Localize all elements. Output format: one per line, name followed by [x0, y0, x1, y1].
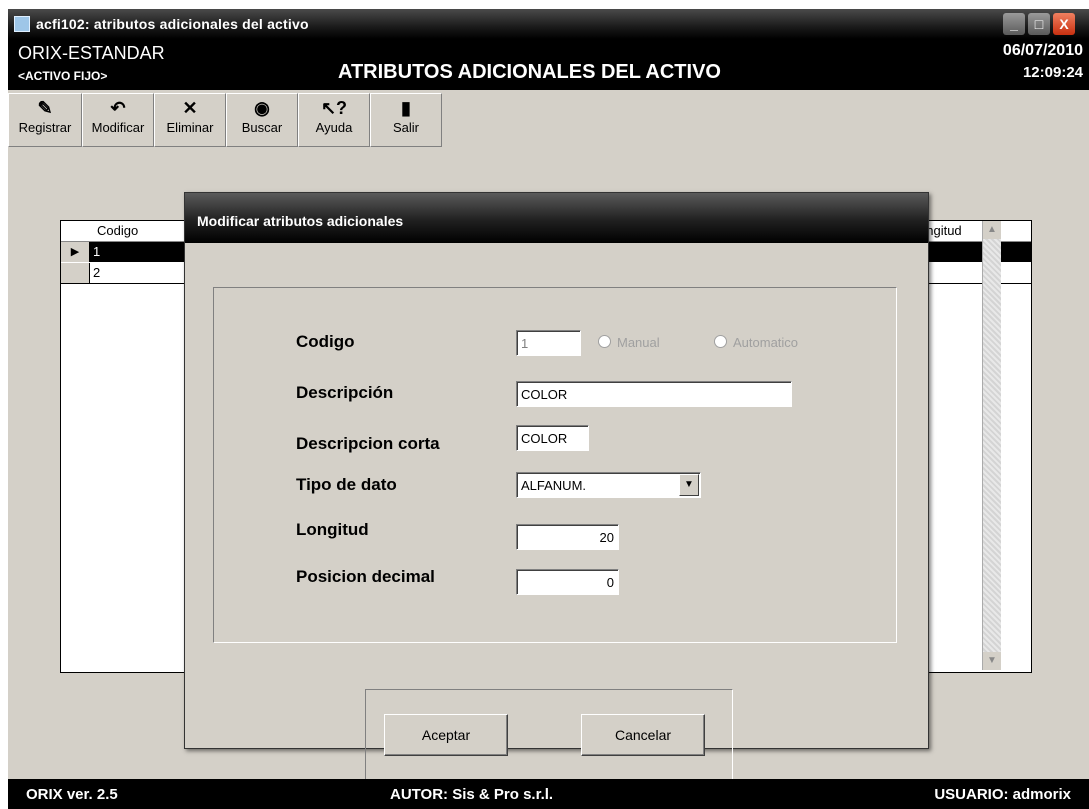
form-panel: Codigo 1 Manual Automatico Descripción C…	[213, 287, 897, 643]
maximize-button[interactable]: □	[1028, 13, 1050, 35]
radio-icon	[714, 335, 727, 348]
dialog-title: Modificar atributos adicionales	[197, 213, 404, 229]
eliminar-button[interactable]: ✕ Eliminar	[154, 93, 226, 147]
codigo-field[interactable]: 1	[516, 330, 581, 356]
user-text: USUARIO: admorix	[934, 786, 1071, 803]
grid-vertical-scrollbar[interactable]: ▲ ▼	[982, 221, 1001, 670]
register-icon: ✎	[37, 98, 53, 118]
module-name: <ACTIVO FIJO>	[18, 69, 108, 83]
app-window: acfi102: atributos adicionales del activ…	[8, 9, 1089, 809]
page-title: ATRIBUTOS ADICIONALES DEL ACTIVO	[338, 61, 721, 83]
cell-codigo: 2	[93, 265, 101, 280]
scroll-up-icon[interactable]: ▲	[983, 221, 1001, 239]
tipo-dato-select[interactable]: ALFANUM. ▼	[516, 472, 701, 498]
window-title: acfi102: atributos adicionales del activ…	[36, 16, 309, 32]
undo-icon: ↶	[110, 98, 126, 118]
ayuda-button[interactable]: ↖? Ayuda	[298, 93, 370, 147]
row-pointer-cell	[61, 263, 90, 283]
descripcion-field[interactable]: COLOR	[516, 381, 792, 407]
company-name: ORIX-ESTANDAR	[18, 43, 165, 63]
radio-icon	[598, 335, 611, 348]
scroll-down-icon[interactable]: ▼	[983, 652, 1001, 670]
header-time: 12:09:24	[1022, 64, 1083, 81]
delete-x-icon: ✕	[182, 98, 198, 118]
status-bar: ORIX ver. 2.5 AUTOR: Sis & Pro s.r.l. US…	[8, 779, 1089, 809]
cancel-button[interactable]: Cancelar	[581, 714, 705, 756]
title-bar: acfi102: atributos adicionales del activ…	[8, 9, 1089, 39]
descripcion-corta-field[interactable]: COLOR	[516, 425, 589, 451]
help-arrow-icon: ↖?	[320, 98, 348, 118]
posicion-decimal-label: Posicion decimal	[296, 567, 435, 586]
modify-attributes-dialog: Modificar atributos adicionales Codigo 1…	[184, 192, 929, 783]
exit-door-icon: ▮	[401, 98, 411, 118]
close-button[interactable]: X	[1053, 13, 1075, 35]
descripcion-corta-label: Descripcion corta	[296, 434, 440, 453]
longitud-label: Longitud	[296, 520, 369, 539]
header-date: 06/07/2010	[1002, 42, 1083, 59]
salir-button[interactable]: ▮ Salir	[370, 93, 442, 147]
descripcion-label: Descripción	[296, 383, 394, 402]
app-icon	[14, 16, 30, 32]
button-panel: Aceptar Cancelar	[365, 689, 733, 783]
buscar-button[interactable]: ◉ Buscar	[226, 93, 298, 147]
minimize-button[interactable]: _	[1003, 13, 1025, 35]
dialog-title-bar[interactable]: Modificar atributos adicionales	[185, 193, 928, 243]
automatico-radio[interactable]: Automatico	[714, 335, 798, 350]
row-pointer-icon: ▶	[61, 242, 90, 262]
author-text: AUTOR: Sis & Pro s.r.l.	[390, 786, 554, 803]
codigo-label: Codigo	[296, 332, 355, 351]
chevron-down-icon[interactable]: ▼	[679, 474, 699, 496]
posicion-decimal-field[interactable]: 0	[516, 569, 619, 595]
version-text: ORIX ver. 2.5	[26, 786, 118, 803]
modificar-button[interactable]: ↶ Modificar	[82, 93, 154, 147]
cell-codigo: 1	[93, 244, 101, 259]
binoculars-icon: ◉	[254, 98, 270, 118]
app-header: ORIX-ESTANDAR <ACTIVO FIJO> ATRIBUTOS AD…	[8, 39, 1089, 90]
manual-radio[interactable]: Manual	[598, 335, 660, 350]
accept-button[interactable]: Aceptar	[384, 714, 508, 756]
registrar-button[interactable]: ✎ Registrar	[8, 93, 82, 147]
longitud-field[interactable]: 20	[516, 524, 619, 550]
column-header-codigo[interactable]: Codigo	[97, 223, 138, 238]
tipo-dato-label: Tipo de dato	[296, 475, 397, 494]
